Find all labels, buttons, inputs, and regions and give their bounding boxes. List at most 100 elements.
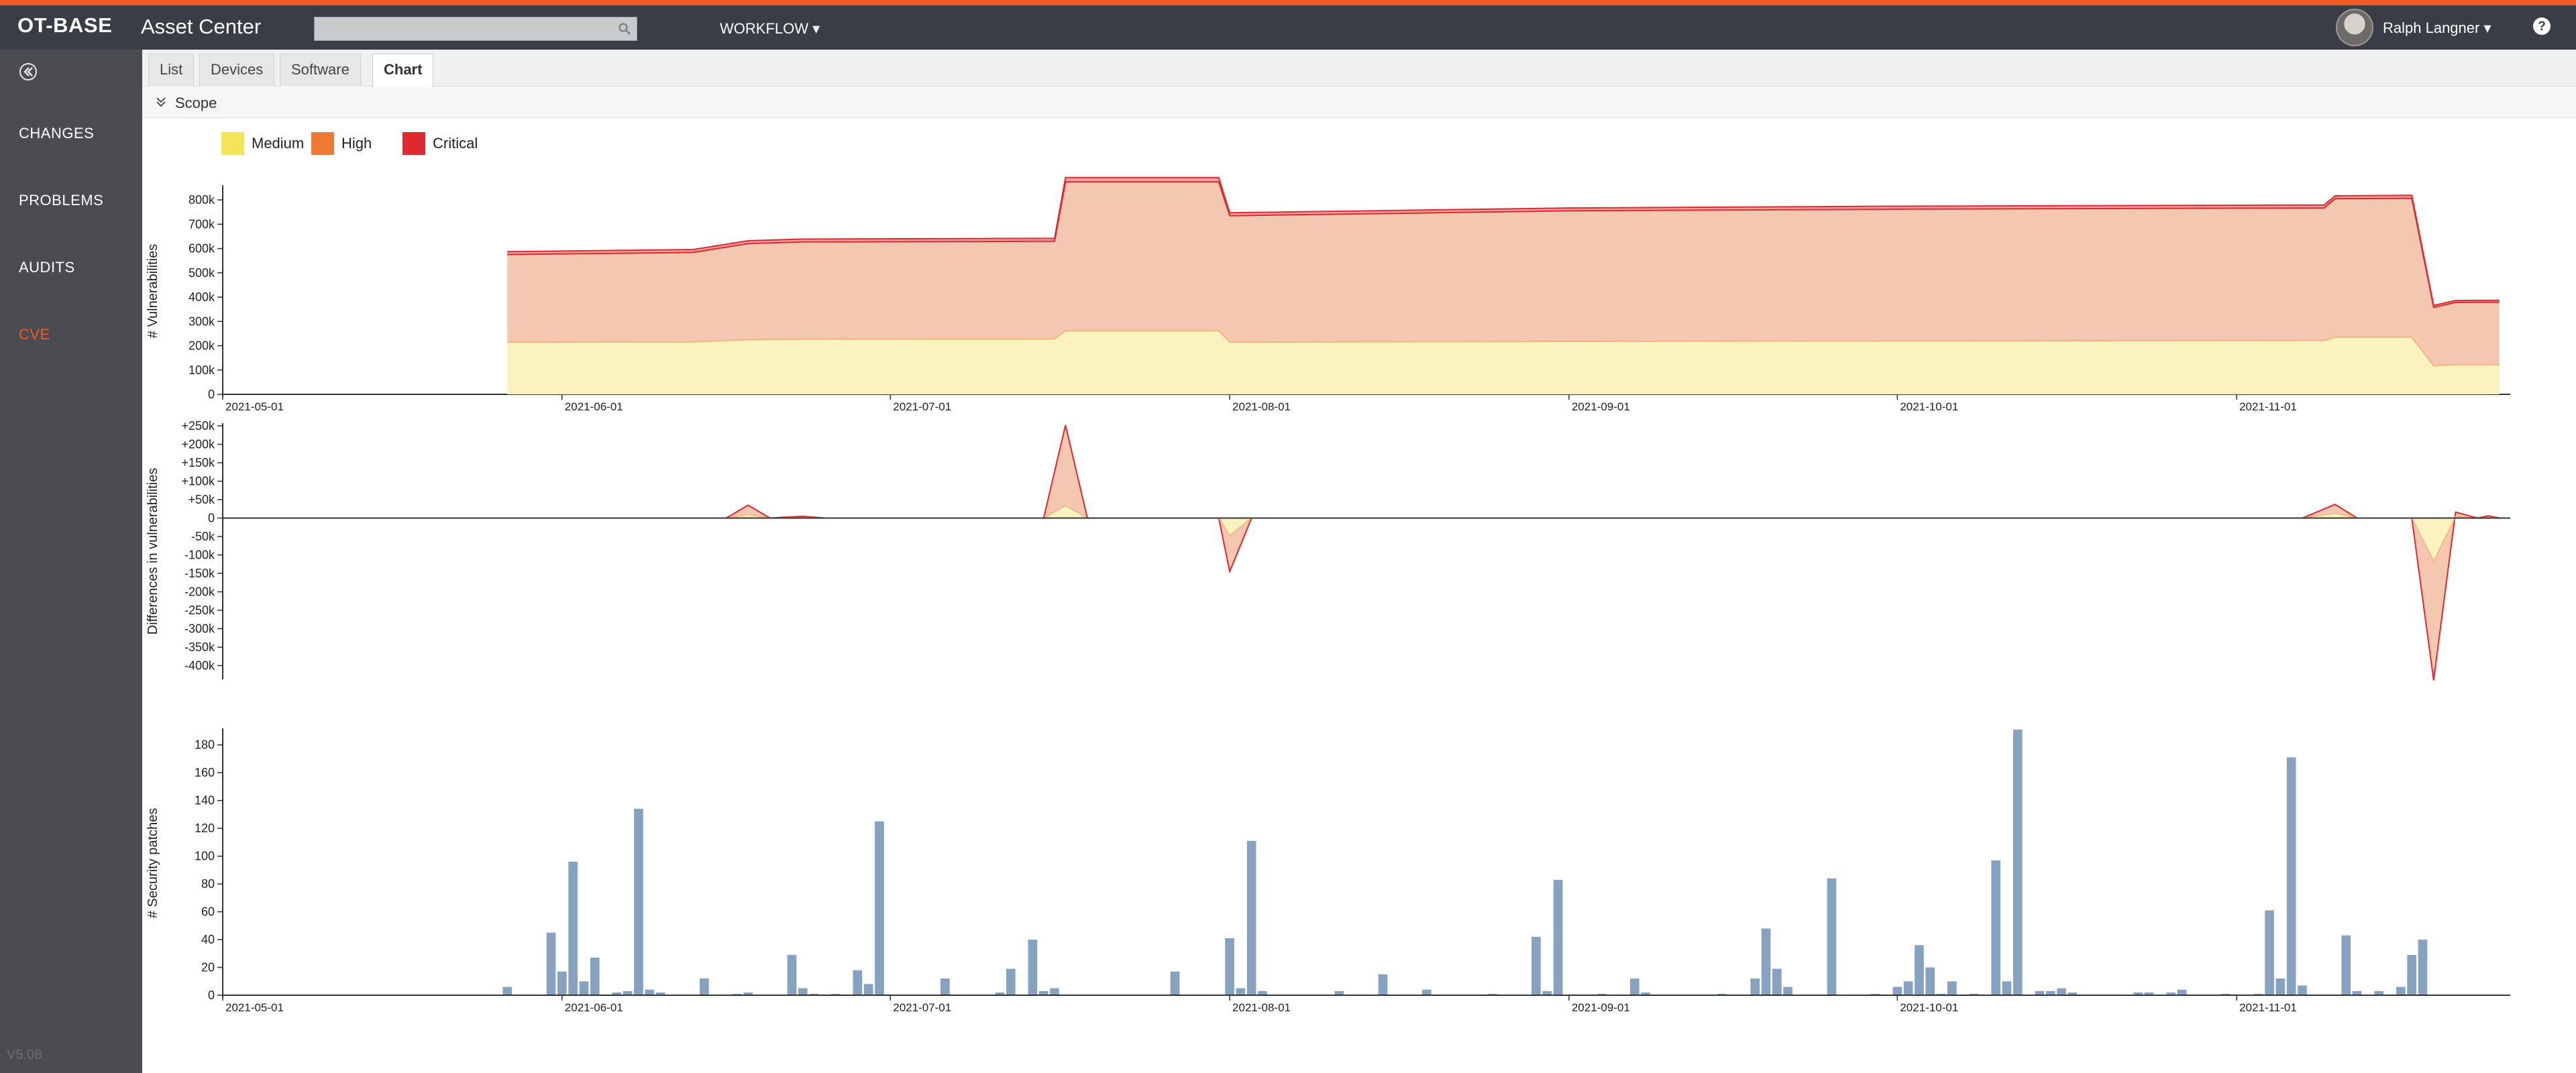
- patch-bar: [2012, 729, 2023, 995]
- patch-bar: [1006, 968, 1016, 995]
- y-tick-label: 160: [195, 766, 215, 779]
- user-menu[interactable]: Ralph Langner ▾: [2383, 19, 2491, 37]
- app-name: Asset Center: [141, 15, 262, 38]
- y-tick-label: -400k: [184, 659, 215, 673]
- patch-bar: [1629, 978, 1640, 995]
- x-tick-label: 2021-11-01: [2239, 400, 2297, 413]
- patch-bar: [557, 971, 567, 995]
- y-tick-label: 800k: [189, 193, 215, 207]
- patch-bar: [1947, 981, 1957, 995]
- tab-devices[interactable]: Devices: [199, 54, 275, 87]
- patch-bar: [1378, 974, 1388, 995]
- y-tick-label: 500k: [189, 266, 215, 280]
- y-tick-label: 200k: [189, 339, 215, 353]
- patch-bar: [1532, 936, 1541, 995]
- tab-chart[interactable]: Chart: [372, 54, 434, 87]
- x-tick-label: 2021-09-01: [1572, 1001, 1630, 1013]
- x-tick-label: 2021-05-01: [225, 1001, 284, 1013]
- y-axis-label: Differences in vulnerabilities: [146, 468, 160, 635]
- patch-bar: [2341, 935, 2351, 995]
- y-tick-label: 600k: [189, 242, 215, 256]
- chevron-double-down-icon[interactable]: [154, 95, 168, 109]
- x-tick-label: 2021-10-01: [1900, 1001, 1958, 1013]
- patch-bar: [1772, 968, 1782, 995]
- patch-bar: [700, 978, 709, 995]
- scope-panel-header[interactable]: Scope: [142, 87, 2576, 118]
- y-tick-label: -250k: [184, 604, 215, 617]
- patch-bar: [863, 984, 873, 995]
- patch-bar: [875, 821, 884, 995]
- y-axis-label: # Vulnerabilities: [146, 244, 160, 338]
- patch-bar: [2286, 757, 2296, 995]
- tab-software[interactable]: Software: [280, 54, 361, 87]
- patch-bar: [568, 861, 578, 995]
- x-tick-label: 2021-08-01: [1232, 1001, 1291, 1013]
- patch-bar: [1903, 981, 1913, 995]
- avatar[interactable]: [2336, 9, 2373, 46]
- top-bar: OT-BASE Asset Center WORKFLOW ▾ Ralph La…: [0, 5, 2576, 50]
- patch-bar: [1236, 988, 1246, 995]
- y-tick-label: 60: [201, 905, 215, 919]
- patch-bar: [1170, 971, 1180, 995]
- patch-bar: [2298, 985, 2307, 995]
- y-tick-label: 180: [195, 738, 215, 752]
- y-axis-label: # Security patches: [146, 808, 160, 919]
- workflow-menu[interactable]: WORKFLOW ▾: [720, 20, 820, 38]
- patch-bar: [2265, 910, 2274, 995]
- search-input[interactable]: [314, 17, 637, 41]
- version-label: V5.08: [7, 1048, 42, 1062]
- patch-bar: [798, 988, 808, 995]
- sidebar-item-problems[interactable]: PROBLEMS: [19, 192, 103, 209]
- patch-bar: [2177, 989, 2187, 995]
- y-tick-label: -350k: [184, 640, 215, 654]
- y-tick-label: +50k: [188, 493, 215, 506]
- y-tick-label: -300k: [184, 622, 215, 636]
- patch-bar: [1761, 928, 1771, 995]
- patch-bar: [787, 954, 797, 995]
- patch-bar: [1421, 989, 1432, 995]
- back-arrow-icon[interactable]: [18, 62, 38, 82]
- patch-bar: [2057, 988, 2066, 995]
- patch-bar: [2275, 978, 2286, 995]
- y-tick-label: -50k: [191, 530, 215, 543]
- x-tick-label: 2021-07-01: [893, 1001, 951, 1013]
- svg-text:?: ?: [2538, 19, 2546, 34]
- accent-bar: [0, 0, 2576, 5]
- tab-list[interactable]: List: [148, 54, 195, 87]
- cve-charts: 0 100k 200k 300k 400k 500k 600k 700k 800k # Vulne…: [146, 176, 2510, 1013]
- y-tick-label: 300k: [189, 315, 215, 328]
- y-tick-label: +250k: [181, 419, 215, 433]
- y-tick-label: 100k: [189, 363, 215, 377]
- y-tick-label: 20: [201, 961, 215, 974]
- patch-bar: [645, 989, 655, 995]
- y-tick-label: 0: [208, 388, 215, 401]
- patch-bar: [1225, 938, 1234, 995]
- y-tick-label: 0: [208, 512, 215, 525]
- x-tick-label: 2021-08-01: [1232, 400, 1291, 413]
- y-tick-label: 80: [201, 877, 215, 891]
- y-tick-label: -200k: [184, 585, 215, 599]
- help-icon[interactable]: ?: [2532, 16, 2552, 36]
- brand-logo[interactable]: OT-BASE: [17, 13, 112, 38]
- y-tick-label: 40: [201, 933, 215, 946]
- patch-bar: [941, 978, 950, 995]
- sidebar-item-changes[interactable]: CHANGES: [19, 125, 94, 142]
- x-tick-label: 2021-10-01: [1900, 400, 1958, 413]
- patch-bar: [2418, 940, 2428, 995]
- patch-bar: [1783, 986, 1792, 995]
- y-tick-label: -150k: [184, 567, 215, 580]
- y-tick-label: 100: [195, 850, 215, 863]
- x-tick-label: 2021-07-01: [893, 400, 951, 413]
- patch-bar: [590, 958, 600, 995]
- sidebar-item-audits[interactable]: AUDITS: [19, 259, 75, 276]
- patch-bar: [1827, 878, 1837, 995]
- patch-bar: [546, 932, 556, 995]
- y-tick-label: +100k: [181, 475, 215, 488]
- sidebar-item-cve[interactable]: CVE: [19, 326, 50, 343]
- search-icon[interactable]: [618, 22, 631, 36]
- patch-bar: [1553, 879, 1563, 995]
- y-tick-label: 120: [195, 822, 215, 835]
- patch-bar: [1050, 988, 1059, 995]
- tab-bar: List Devices Software Chart: [142, 50, 2576, 87]
- patch-bar: [1991, 860, 2000, 995]
